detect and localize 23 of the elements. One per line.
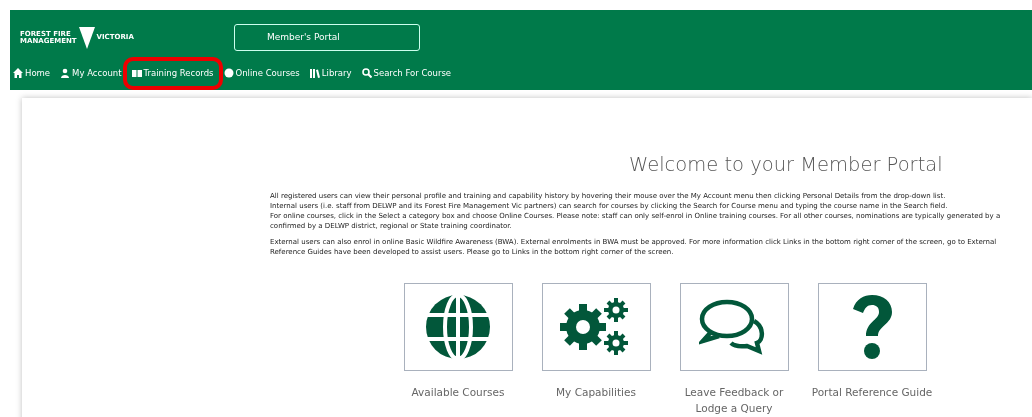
user-icon xyxy=(60,68,71,79)
search-icon xyxy=(361,68,372,79)
tile-button[interactable] xyxy=(817,283,927,372)
nav-link[interactable]: Home xyxy=(12,65,52,82)
tile-label[interactable]: My Capabilities xyxy=(531,384,661,401)
question-icon xyxy=(850,294,894,361)
nav-link[interactable]: Training Records xyxy=(130,65,215,82)
welcome-title: Welcome to your Member Portal xyxy=(628,152,943,178)
nav-link[interactable]: Library xyxy=(308,65,353,82)
tile-button[interactable] xyxy=(679,283,789,372)
tile-button[interactable] xyxy=(541,283,651,372)
tile-label[interactable]: Leave Feedback or Lodge a Query xyxy=(669,384,799,417)
tile-button[interactable] xyxy=(403,283,513,372)
tile-label[interactable]: Portal Reference Guide xyxy=(807,384,937,401)
tile-label[interactable]: Available Courses xyxy=(393,384,523,401)
nav-link[interactable]: Online Courses xyxy=(222,65,301,82)
nav-link[interactable]: My Account xyxy=(59,65,123,82)
portal-button[interactable]: Member's Portal xyxy=(233,24,420,51)
book-icon xyxy=(131,68,142,79)
nav-link[interactable]: Search For Course xyxy=(360,65,453,82)
library-icon xyxy=(309,68,320,79)
triangle-icon xyxy=(78,26,95,49)
home-icon xyxy=(13,68,23,79)
